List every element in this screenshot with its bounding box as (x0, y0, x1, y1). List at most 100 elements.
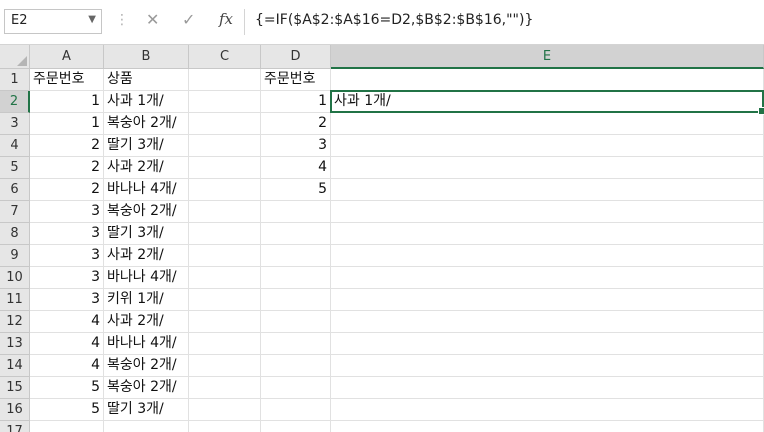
cell-d5[interactable]: 4 (261, 157, 331, 179)
cell-c17[interactable] (189, 421, 261, 432)
row-header-3[interactable]: 3 (0, 113, 30, 135)
cell-d10[interactable] (261, 267, 331, 289)
name-box[interactable]: E2 ▼ (4, 9, 102, 34)
cell-c15[interactable] (189, 377, 261, 399)
cell-c11[interactable] (189, 289, 261, 311)
cell-e11[interactable] (331, 289, 764, 311)
cell-c14[interactable] (189, 355, 261, 377)
cell-b5[interactable]: 사과 2개/ (104, 157, 189, 179)
cell-d17[interactable] (261, 421, 331, 432)
cell-c5[interactable] (189, 157, 261, 179)
cell-a1[interactable]: 주문번호 (30, 69, 104, 91)
cell-d8[interactable] (261, 223, 331, 245)
cell-a14[interactable]: 4 (30, 355, 104, 377)
cell-c1[interactable] (189, 69, 261, 91)
cell-c2[interactable] (189, 91, 261, 113)
cell-e15[interactable] (331, 377, 764, 399)
row-header-17[interactable]: 17 (0, 421, 30, 432)
cell-c16[interactable] (189, 399, 261, 421)
cancel-icon[interactable]: ✕ (146, 10, 159, 29)
row-header-2[interactable]: 2 (0, 91, 30, 113)
cell-e14[interactable] (331, 355, 764, 377)
cell-c12[interactable] (189, 311, 261, 333)
row-header-13[interactable]: 13 (0, 333, 30, 355)
cell-d11[interactable] (261, 289, 331, 311)
row-header-11[interactable]: 11 (0, 289, 30, 311)
cell-d12[interactable] (261, 311, 331, 333)
cell-e3[interactable] (331, 113, 764, 135)
cell-e16[interactable] (331, 399, 764, 421)
cell-b7[interactable]: 복숭아 2개/ (104, 201, 189, 223)
cell-a17[interactable] (30, 421, 104, 432)
cell-a16[interactable]: 5 (30, 399, 104, 421)
column-header-c[interactable]: C (189, 45, 261, 69)
cell-c10[interactable] (189, 267, 261, 289)
cell-e12[interactable] (331, 311, 764, 333)
row-header-7[interactable]: 7 (0, 201, 30, 223)
cell-a8[interactable]: 3 (30, 223, 104, 245)
cell-a4[interactable]: 2 (30, 135, 104, 157)
row-header-9[interactable]: 9 (0, 245, 30, 267)
cell-c8[interactable] (189, 223, 261, 245)
row-header-8[interactable]: 8 (0, 223, 30, 245)
more-options-icon[interactable]: ⋮ (115, 12, 129, 28)
row-header-10[interactable]: 10 (0, 267, 30, 289)
column-header-b[interactable]: B (104, 45, 189, 69)
cell-b14[interactable]: 복숭아 2개/ (104, 355, 189, 377)
cell-d3[interactable]: 2 (261, 113, 331, 135)
column-header-d[interactable]: D (261, 45, 331, 69)
cell-e10[interactable] (331, 267, 764, 289)
formula-input[interactable]: {=IF($A$2:$A$16=D2,$B$2:$B$16,"")} (255, 12, 533, 28)
column-header-e[interactable]: E (331, 45, 764, 69)
row-header-14[interactable]: 14 (0, 355, 30, 377)
cell-b13[interactable]: 바나나 4개/ (104, 333, 189, 355)
row-header-4[interactable]: 4 (0, 135, 30, 157)
cell-d2[interactable]: 1 (261, 91, 331, 113)
cell-c9[interactable] (189, 245, 261, 267)
cell-b11[interactable]: 키위 1개/ (104, 289, 189, 311)
cell-b9[interactable]: 사과 2개/ (104, 245, 189, 267)
cell-e9[interactable] (331, 245, 764, 267)
row-header-6[interactable]: 6 (0, 179, 30, 201)
cell-a2[interactable]: 1 (30, 91, 104, 113)
cell-b16[interactable]: 딸기 3개/ (104, 399, 189, 421)
chevron-down-icon[interactable]: ▼ (88, 14, 96, 25)
cell-a13[interactable]: 4 (30, 333, 104, 355)
cell-a5[interactable]: 2 (30, 157, 104, 179)
cell-d1[interactable]: 주문번호 (261, 69, 331, 91)
cell-e5[interactable] (331, 157, 764, 179)
cell-b15[interactable]: 복숭아 2개/ (104, 377, 189, 399)
cell-a9[interactable]: 3 (30, 245, 104, 267)
cell-d14[interactable] (261, 355, 331, 377)
cell-c4[interactable] (189, 135, 261, 157)
cell-c7[interactable] (189, 201, 261, 223)
cell-e1[interactable] (331, 69, 764, 91)
cell-b8[interactable]: 딸기 3개/ (104, 223, 189, 245)
cell-b3[interactable]: 복숭아 2개/ (104, 113, 189, 135)
insert-function-icon[interactable]: fx (219, 10, 233, 28)
cell-a12[interactable]: 4 (30, 311, 104, 333)
cell-b1[interactable]: 상품 (104, 69, 189, 91)
cell-b2[interactable]: 사과 1개/ (104, 91, 189, 113)
cell-e6[interactable] (331, 179, 764, 201)
cell-d4[interactable]: 3 (261, 135, 331, 157)
cell-c6[interactable] (189, 179, 261, 201)
cell-d13[interactable] (261, 333, 331, 355)
column-header-a[interactable]: A (30, 45, 104, 69)
cell-e13[interactable] (331, 333, 764, 355)
cell-a11[interactable]: 3 (30, 289, 104, 311)
cell-e8[interactable] (331, 223, 764, 245)
row-header-1[interactable]: 1 (0, 69, 30, 91)
cell-a10[interactable]: 3 (30, 267, 104, 289)
cell-d9[interactable] (261, 245, 331, 267)
cell-b10[interactable]: 바나나 4개/ (104, 267, 189, 289)
cell-d6[interactable]: 5 (261, 179, 331, 201)
cell-e17[interactable] (331, 421, 764, 432)
row-header-5[interactable]: 5 (0, 157, 30, 179)
select-all-button[interactable] (0, 45, 30, 69)
row-header-15[interactable]: 15 (0, 377, 30, 399)
cell-b17[interactable] (104, 421, 189, 432)
cell-a7[interactable]: 3 (30, 201, 104, 223)
cell-d16[interactable] (261, 399, 331, 421)
cell-b6[interactable]: 바나나 4개/ (104, 179, 189, 201)
